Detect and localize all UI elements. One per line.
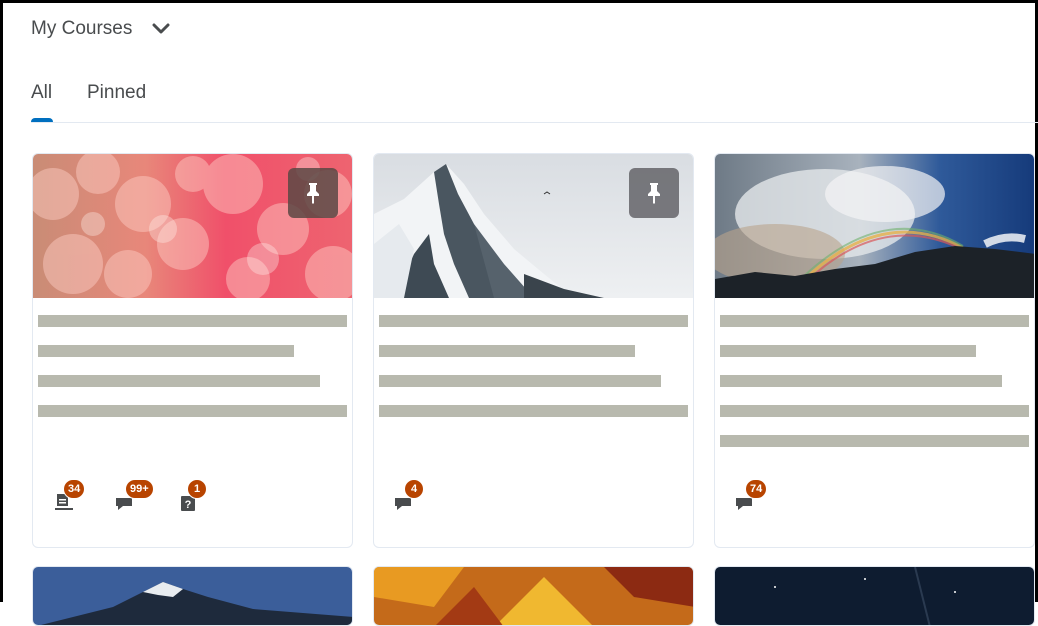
tab-pinned[interactable]: Pinned bbox=[87, 82, 146, 122]
tab-pinned-label: Pinned bbox=[87, 82, 147, 103]
course-title-placeholder bbox=[379, 405, 688, 417]
course-title-placeholder bbox=[720, 345, 976, 357]
assignments-count-badge: 34 bbox=[63, 479, 86, 499]
course-card[interactable] bbox=[373, 566, 694, 626]
course-title-placeholder bbox=[38, 315, 347, 327]
autumn-leaves-image bbox=[374, 567, 693, 625]
discussions-count-badge: 99+ bbox=[125, 479, 154, 499]
page-title: My Courses bbox=[31, 18, 133, 39]
course-card[interactable]: 34 99+ ? 1 bbox=[32, 153, 353, 548]
unpin-course-button[interactable] bbox=[288, 168, 338, 218]
rainbow-sky-image bbox=[715, 154, 1034, 298]
course-tabs: All Pinned bbox=[31, 82, 1038, 123]
snowy-mountain-image bbox=[374, 154, 693, 298]
course-card[interactable] bbox=[714, 566, 1035, 626]
course-title-placeholder bbox=[38, 345, 294, 357]
course-card[interactable]: 4 bbox=[373, 153, 694, 548]
pink-bokeh-image bbox=[33, 154, 352, 298]
my-courses-dropdown[interactable]: My Courses bbox=[31, 16, 170, 42]
course-title-placeholder bbox=[720, 435, 1029, 447]
night-sky-image bbox=[715, 567, 1034, 625]
course-title-placeholder bbox=[38, 405, 347, 417]
course-card[interactable]: 74 bbox=[714, 153, 1035, 548]
quizzes-count-badge: 1 bbox=[187, 479, 207, 499]
discussions-count-badge: 74 bbox=[745, 479, 768, 499]
unpin-course-button[interactable] bbox=[629, 168, 679, 218]
course-title-placeholder bbox=[720, 375, 1002, 387]
tabs-divider bbox=[31, 122, 1038, 123]
course-card[interactable] bbox=[32, 566, 353, 626]
tab-all-label: All bbox=[31, 82, 53, 103]
svg-text:?: ? bbox=[185, 499, 192, 511]
mountain-lake-image bbox=[33, 567, 352, 625]
chevron-down-icon bbox=[152, 23, 170, 34]
pin-icon bbox=[648, 183, 660, 204]
pin-icon bbox=[307, 183, 319, 204]
course-title-placeholder bbox=[720, 315, 1029, 327]
course-title-placeholder bbox=[379, 345, 635, 357]
course-title-placeholder bbox=[379, 315, 688, 327]
course-title-placeholder bbox=[720, 405, 1029, 417]
course-title-placeholder bbox=[38, 375, 320, 387]
course-title-placeholder bbox=[379, 375, 661, 387]
discussions-count-badge: 4 bbox=[404, 479, 424, 499]
tab-all[interactable]: All bbox=[31, 82, 52, 122]
